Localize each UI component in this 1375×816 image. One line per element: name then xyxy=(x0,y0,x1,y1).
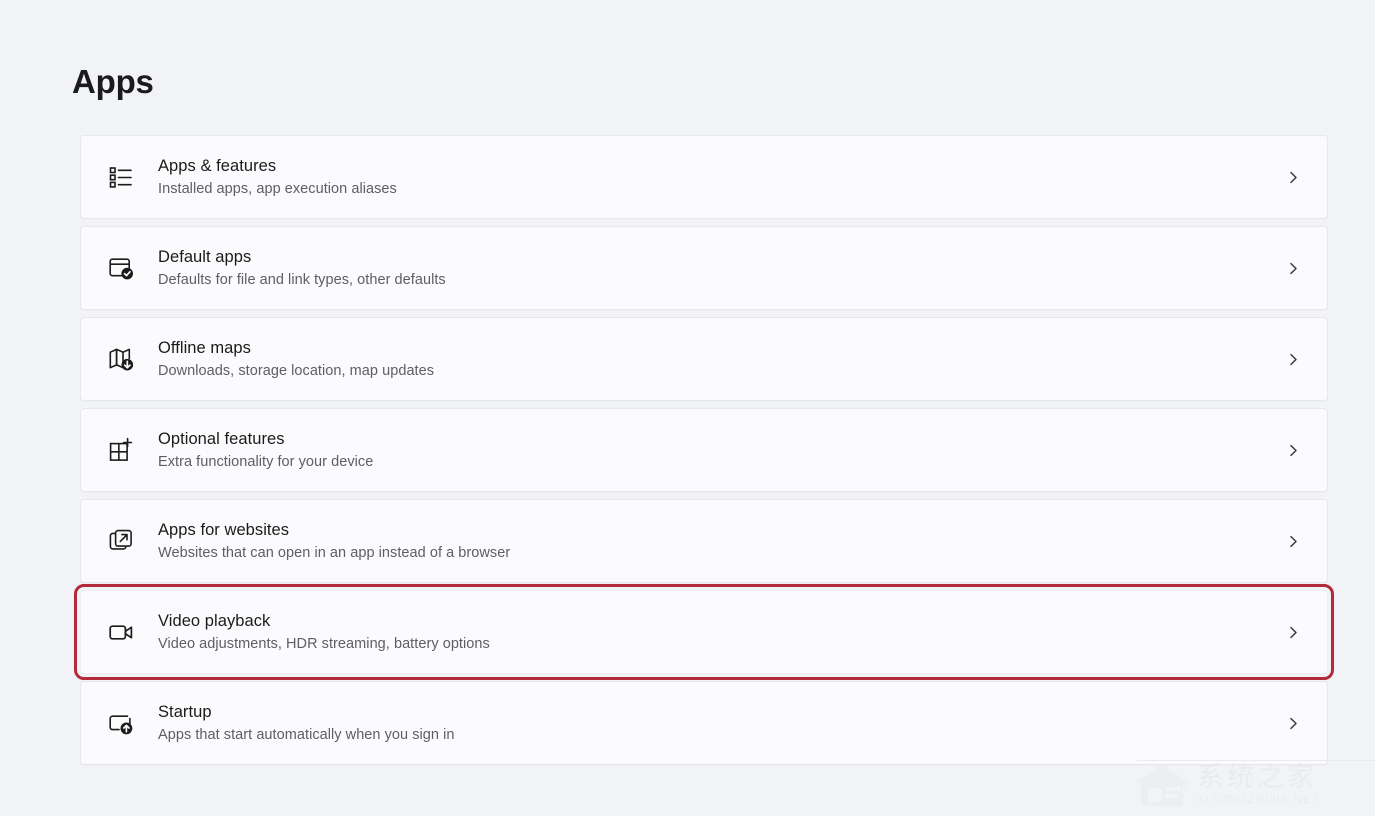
settings-row-subtitle: Installed apps, app execution aliases xyxy=(158,180,397,197)
watermark-divider xyxy=(1137,760,1375,761)
settings-row-subtitle: Defaults for file and link types, other … xyxy=(158,271,446,288)
settings-row-title: Optional features xyxy=(158,429,285,448)
settings-row-text: Video playback Video adjustments, HDR str… xyxy=(158,610,1286,655)
chevron-right-icon[interactable] xyxy=(1286,625,1301,640)
settings-row-subtitle: Websites that can open in an app instead… xyxy=(158,544,511,561)
settings-row-default-apps[interactable]: Default apps Defaults for file and link t… xyxy=(80,226,1328,310)
settings-row-text: Startup Apps that start automatically whe… xyxy=(158,701,1286,746)
settings-row-subtitle: Apps that start automatically when you s… xyxy=(158,726,455,743)
settings-row-title: Apps for websites xyxy=(158,520,290,539)
startup-arrow-icon xyxy=(104,706,138,740)
settings-row-optional-features[interactable]: Optional features Extra functionality for… xyxy=(80,408,1328,492)
chevron-right-icon[interactable] xyxy=(1286,716,1301,731)
settings-row-text: Apps & features Installed apps, app execu… xyxy=(158,155,1286,200)
window-check-icon xyxy=(104,251,138,285)
open-in-new-icon xyxy=(104,524,138,558)
chevron-right-icon[interactable] xyxy=(1286,352,1301,367)
settings-row-text: Default apps Defaults for file and link t… xyxy=(158,246,1286,291)
watermark-english: XITONGZHIJIA.NET xyxy=(1197,794,1320,806)
settings-row-title: Apps & features xyxy=(158,156,277,175)
settings-row-title: Offline maps xyxy=(158,338,251,357)
chevron-right-icon[interactable] xyxy=(1286,170,1301,185)
chevron-right-icon[interactable] xyxy=(1286,443,1301,458)
settings-apps-page: Apps Apps & features Installed apps, app … xyxy=(0,0,1375,816)
settings-row-subtitle: Downloads, storage location, map updates xyxy=(158,362,435,379)
video-camera-icon xyxy=(104,615,138,649)
settings-row-offline-maps[interactable]: Offline maps Downloads, storage location,… xyxy=(80,317,1328,401)
settings-row-text: Apps for websites Websites that can open … xyxy=(158,519,1286,564)
chevron-right-icon[interactable] xyxy=(1286,261,1301,276)
map-download-icon xyxy=(104,342,138,376)
chevron-right-icon[interactable] xyxy=(1286,534,1301,549)
settings-row-apps-features[interactable]: Apps & features Installed apps, app execu… xyxy=(80,135,1328,219)
settings-row-text: Offline maps Downloads, storage location,… xyxy=(158,337,1286,382)
settings-row-subtitle: Video adjustments, HDR streaming, batter… xyxy=(158,635,490,652)
settings-row-startup[interactable]: Startup Apps that start automatically whe… xyxy=(80,681,1328,765)
bulleted-list-icon xyxy=(104,160,138,194)
settings-row-subtitle: Extra functionality for your device xyxy=(158,453,374,470)
settings-row-apps-for-websites[interactable]: Apps for websites Websites that can open … xyxy=(80,499,1328,583)
settings-row-title: Startup xyxy=(158,702,212,721)
settings-row-video-playback[interactable]: Video playback Video adjustments, HDR str… xyxy=(74,584,1334,680)
settings-row-text: Optional features Extra functionality for… xyxy=(158,428,1286,473)
settings-row-title: Video playback xyxy=(158,611,271,630)
grid-plus-icon xyxy=(104,433,138,467)
settings-row-title: Default apps xyxy=(158,247,252,266)
page-title: Apps xyxy=(72,63,154,100)
settings-list: Apps & features Installed apps, app execu… xyxy=(74,135,1334,772)
